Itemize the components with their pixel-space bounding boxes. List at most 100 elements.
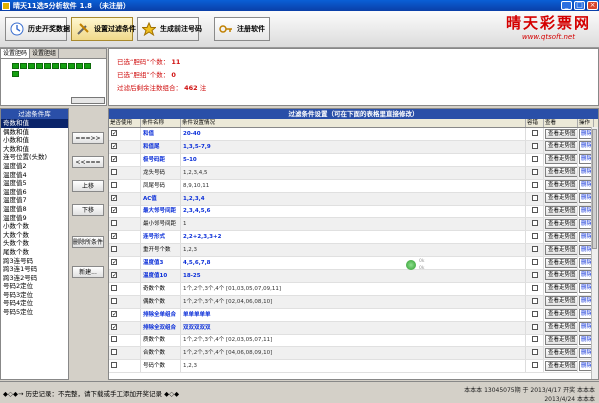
condition-setting[interactable]: 双双双双双 <box>181 321 526 334</box>
tolerance-checkbox[interactable] <box>531 207 538 214</box>
condition-library-item[interactable]: 偶数和值 <box>1 128 68 137</box>
tolerance-checkbox[interactable] <box>531 220 538 227</box>
condition-name[interactable]: 连号形式 <box>141 231 181 244</box>
condition-library-item[interactable]: 小数和值 <box>1 136 68 145</box>
table-row[interactable]: 最小邻号间距 1 查看走势图 删除 <box>109 218 598 232</box>
tolerance-checkbox[interactable] <box>531 271 538 278</box>
view-chart-button[interactable]: 查看走势图 <box>545 270 577 281</box>
tolerance-checkbox[interactable] <box>531 155 538 162</box>
condition-setting[interactable]: 18-25 <box>181 269 526 282</box>
view-chart-button[interactable]: 查看走势图 <box>545 334 577 345</box>
move-up-button[interactable]: 上移 <box>72 180 104 192</box>
use-checkbox[interactable] <box>111 181 117 188</box>
view-chart-button[interactable]: 查看走势图 <box>545 296 577 307</box>
condition-library-item[interactable]: 跨3连号码 <box>1 257 68 266</box>
number-cell[interactable] <box>36 63 43 69</box>
condition-setting[interactable]: 1个,2个,3个,4个 [02,03,05,07,11] <box>181 334 526 347</box>
view-chart-button[interactable]: 查看走势图 <box>545 283 577 294</box>
tolerance-checkbox[interactable] <box>531 130 538 136</box>
condition-setting[interactable]: 4,5,6,7,8 <box>181 257 526 269</box>
condition-library-item[interactable]: 奇数和值 <box>1 119 68 128</box>
tolerance-checkbox[interactable] <box>531 362 538 369</box>
condition-setting[interactable]: 5-10 <box>181 153 526 166</box>
use-checkbox[interactable] <box>111 231 117 243</box>
condition-library-item[interactable]: 温度值9 <box>1 214 68 223</box>
tolerance-checkbox[interactable] <box>531 233 538 240</box>
view-chart-button[interactable]: 查看走势图 <box>545 205 577 216</box>
view-chart-button[interactable]: 查看走势图 <box>545 309 577 320</box>
condition-library-item[interactable]: 温度值4 <box>1 171 68 180</box>
view-chart-button[interactable]: 查看走势图 <box>545 257 577 268</box>
tolerance-checkbox[interactable] <box>531 297 538 304</box>
number-cell[interactable] <box>84 63 91 69</box>
condition-setting[interactable]: 1,3,5-7,9 <box>181 140 526 153</box>
use-checkbox[interactable] <box>111 284 117 291</box>
new-condition-button[interactable]: 新建... <box>72 266 104 278</box>
use-checkbox[interactable] <box>111 349 117 356</box>
view-chart-button[interactable]: 查看走势图 <box>545 244 577 255</box>
condition-setting[interactable]: 8,9,10,11 <box>181 179 526 192</box>
condition-setting[interactable]: 1个,2个,3个,4个 [04,06,08,09,10] <box>181 347 526 360</box>
minimize-button[interactable]: _ <box>561 1 572 10</box>
condition-setting[interactable]: 1,2,3,4 <box>181 192 526 205</box>
table-row[interactable]: 号码个数 1,2,3 查看走势图 删除 <box>109 360 598 374</box>
tab-set-dan-code[interactable]: 设置胆码 <box>1 49 31 58</box>
use-checkbox[interactable] <box>111 205 117 217</box>
condition-name[interactable]: 温度值10 <box>141 269 181 282</box>
delete-all-conditions-button[interactable]: 删除所条件 <box>72 236 104 248</box>
condition-library-item[interactable]: 连号位置(头数) <box>1 153 68 162</box>
horizontal-scrollbar[interactable] <box>71 97 105 104</box>
view-chart-button[interactable]: 查看走势图 <box>545 180 577 191</box>
condition-library-item[interactable]: 温度值8 <box>1 205 68 214</box>
move-down-button[interactable]: 下移 <box>72 204 104 216</box>
table-row[interactable]: 合数个数 1个,2个,3个,4个 [04,06,08,09,10] 查看走势图 删除 <box>109 347 598 361</box>
condition-name[interactable]: 重开号个数 <box>141 244 181 257</box>
view-chart-button[interactable]: 查看走势图 <box>545 218 577 229</box>
use-checkbox[interactable] <box>111 154 117 166</box>
view-chart-button[interactable]: 查看走势图 <box>545 128 577 139</box>
use-checkbox[interactable] <box>111 257 117 269</box>
condition-name[interactable]: 偶数个数 <box>141 295 181 308</box>
number-cell[interactable] <box>12 63 19 69</box>
use-checkbox[interactable] <box>111 297 117 304</box>
tab-set-dan-group[interactable]: 设置胆组 <box>30 49 60 58</box>
table-row[interactable]: 连号形式2,2+2,3,3+2查看走势图删除 <box>109 231 598 245</box>
condition-name[interactable]: 最小邻号间距 <box>141 218 181 231</box>
condition-name[interactable]: 质数个数 <box>141 334 181 347</box>
tolerance-checkbox[interactable] <box>531 323 538 330</box>
condition-setting[interactable]: 1 <box>181 218 526 231</box>
number-cell[interactable] <box>60 63 67 69</box>
condition-setting[interactable]: 1,2,3 <box>181 244 526 257</box>
condition-setting[interactable]: 1个,2个,3个,4个 [02,04,06,08,10] <box>181 295 526 308</box>
condition-setting[interactable]: 2,3,4,5,6 <box>181 205 526 218</box>
condition-library-item[interactable]: 跨3连1号码 <box>1 265 68 274</box>
use-checkbox[interactable] <box>111 270 117 282</box>
table-row[interactable]: 凤尾号码 8,9,10,11 查看走势图 删除 <box>109 179 598 193</box>
condition-library-item[interactable]: 小数个数 <box>1 222 68 231</box>
view-chart-button[interactable]: 查看走势图 <box>545 167 577 178</box>
table-row[interactable]: 排除全双组合双双双双双查看走势图删除 <box>109 321 598 335</box>
condition-name[interactable]: 奇数个数 <box>141 282 181 295</box>
condition-name[interactable]: 龙头号码 <box>141 166 181 179</box>
tolerance-checkbox[interactable] <box>531 168 538 175</box>
history-data-button[interactable]: 历史开奖数据 <box>5 17 70 41</box>
view-chart-button[interactable]: 查看走势图 <box>545 322 577 332</box>
tolerance-checkbox[interactable] <box>531 310 538 317</box>
generate-numbers-button[interactable]: 生成前注号码 <box>137 17 202 41</box>
condition-name[interactable]: 和值尾 <box>141 140 181 153</box>
condition-library-item[interactable]: 温度值5 <box>1 179 68 188</box>
tolerance-checkbox[interactable] <box>531 259 538 265</box>
table-row[interactable]: 最大邻号间距2,3,4,5,6查看走势图删除 <box>109 205 598 219</box>
view-chart-button[interactable]: 查看走势图 <box>545 193 577 203</box>
condition-library-item[interactable]: 头数个数 <box>1 239 68 248</box>
use-checkbox[interactable] <box>111 141 117 153</box>
maximize-button[interactable]: □ <box>574 1 585 10</box>
number-cell[interactable] <box>68 63 75 69</box>
number-cell[interactable] <box>20 63 27 69</box>
table-row[interactable]: 极号码距5-10查看走势图删除 <box>109 153 598 167</box>
view-chart-button[interactable]: 查看走势图 <box>545 360 577 371</box>
tolerance-checkbox[interactable] <box>531 349 538 356</box>
tolerance-checkbox[interactable] <box>531 336 538 343</box>
condition-setting[interactable]: 1,2,3 <box>181 360 526 373</box>
use-checkbox[interactable] <box>111 168 117 175</box>
